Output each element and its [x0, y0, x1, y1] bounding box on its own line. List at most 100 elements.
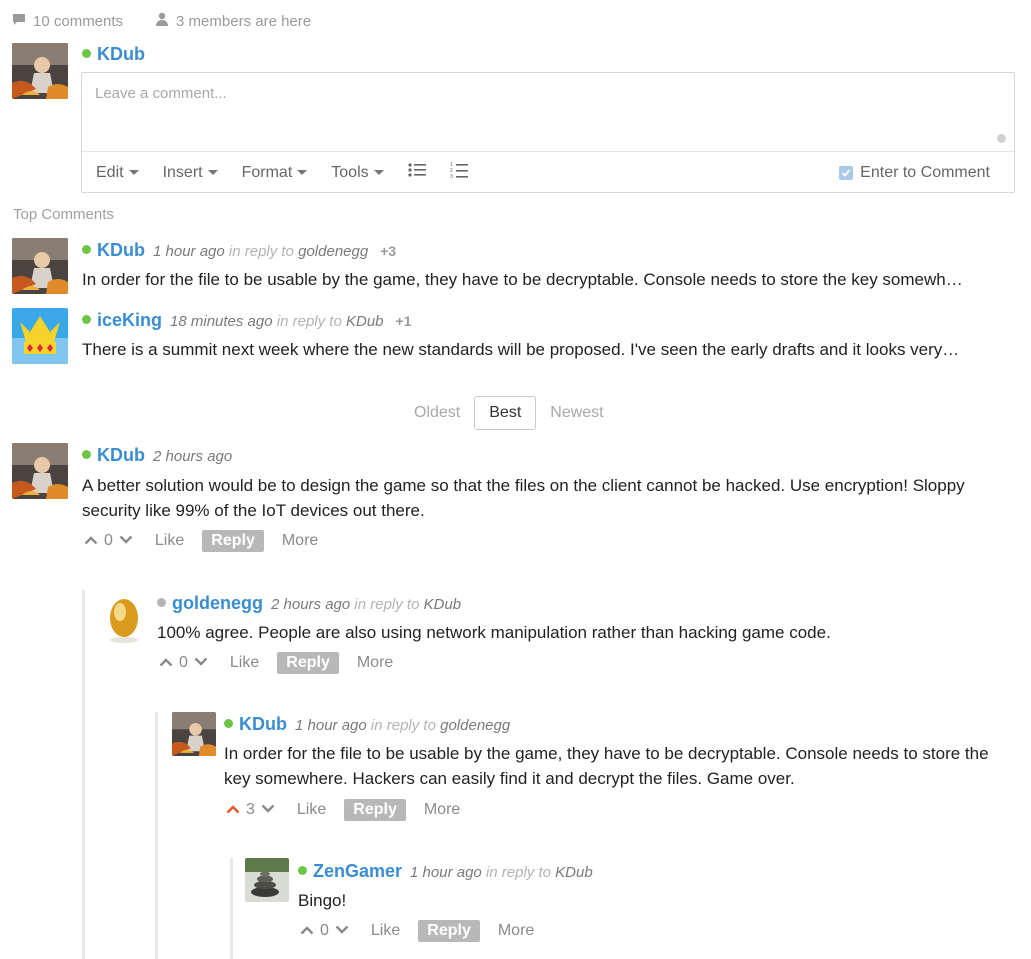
vote-count: 0: [320, 922, 329, 939]
bullet-list-icon: [408, 162, 426, 183]
score: +1: [395, 313, 412, 329]
numbered-list-button[interactable]: 123: [450, 161, 468, 184]
comment-input[interactable]: Leave a comment...: [95, 85, 227, 102]
username[interactable]: goldenegg: [172, 593, 263, 614]
timestamp[interactable]: 2 hours ago: [153, 448, 232, 465]
online-indicator: [298, 866, 307, 875]
comment-text[interactable]: There is a summit next week where the ne…: [82, 337, 1012, 362]
reply-to-user[interactable]: KDub: [424, 596, 462, 613]
upvote-icon[interactable]: [159, 654, 173, 672]
reply-to-user[interactable]: goldenegg: [298, 243, 368, 260]
vote-count: 0: [104, 532, 113, 549]
reply-to-user[interactable]: goldenegg: [440, 717, 510, 734]
reply-button[interactable]: Reply: [344, 799, 406, 821]
vote-control: 3: [226, 801, 275, 819]
tools-menu[interactable]: Tools: [331, 164, 384, 182]
sort-oldest-tab[interactable]: Oldest: [400, 397, 474, 429]
comment-header: ZenGamer 1 hour ago in reply to KDub: [298, 861, 593, 882]
user-icon: [155, 12, 169, 30]
comment-icon: [12, 13, 26, 30]
comment-text: A better solution would be to design the…: [82, 476, 965, 520]
online-indicator: [82, 450, 91, 459]
avatar: [12, 43, 68, 99]
resize-grip[interactable]: [997, 134, 1006, 143]
upvote-icon[interactable]: [300, 922, 314, 940]
timestamp[interactable]: 1 hour ago: [295, 717, 367, 734]
chevron-down-icon: [373, 170, 384, 175]
sort-newest-tab[interactable]: Newest: [536, 397, 617, 429]
more-button[interactable]: More: [498, 922, 534, 940]
comment-header: goldenegg 2 hours ago in reply to KDub: [157, 593, 461, 614]
comment-text: 100% agree. People are also using networ…: [157, 623, 831, 642]
comment-meta: 1 hour ago in reply to KDub: [410, 864, 593, 881]
username[interactable]: KDub: [97, 240, 145, 261]
bullet-list-button[interactable]: [408, 162, 426, 183]
reply-to-user[interactable]: KDub: [346, 313, 384, 330]
more-button[interactable]: More: [282, 532, 318, 550]
comment-actions: 0 Like Reply More: [159, 652, 411, 674]
comment-header: KDub 2 hours ago: [82, 445, 232, 466]
chevron-down-icon: [128, 170, 139, 175]
avatar: [100, 590, 156, 646]
comment-header: iceKing 18 minutes ago in reply to KDub …: [82, 310, 411, 331]
downvote-icon[interactable]: [194, 654, 208, 672]
comment-meta: 2 hours ago in reply to KDub: [271, 596, 462, 613]
username[interactable]: iceKing: [97, 310, 162, 331]
vote-control: 0: [159, 654, 208, 672]
sort-best-tab[interactable]: Best: [474, 396, 537, 430]
downvote-icon[interactable]: [335, 922, 349, 940]
more-button[interactable]: More: [357, 654, 393, 672]
vote-control: 0: [84, 532, 133, 550]
online-indicator: [82, 315, 91, 324]
avatar: [12, 238, 68, 294]
comment-text[interactable]: In order for the file to be usable by th…: [82, 267, 1012, 292]
downvote-icon[interactable]: [261, 801, 275, 819]
comment-text: Bingo!: [298, 891, 347, 910]
enter-to-comment-toggle[interactable]: Enter to Comment: [839, 164, 990, 182]
timestamp[interactable]: 1 hour ago: [153, 243, 225, 260]
vote-count: 0: [179, 654, 188, 671]
reply-to-user[interactable]: KDub: [555, 864, 593, 881]
username[interactable]: KDub: [239, 714, 287, 735]
composer-author: KDub: [82, 44, 145, 65]
comment-actions: 0 Like Reply More: [84, 530, 336, 552]
chevron-down-icon: [207, 170, 218, 175]
online-indicator: [82, 245, 91, 254]
like-button[interactable]: Like: [230, 654, 259, 672]
comment-text: In order for the file to be usable by th…: [224, 744, 989, 788]
timestamp[interactable]: 2 hours ago: [271, 596, 350, 613]
timestamp[interactable]: 1 hour ago: [410, 864, 482, 881]
avatar: [172, 712, 216, 756]
upvote-icon[interactable]: [226, 801, 240, 819]
like-button[interactable]: Like: [155, 532, 184, 550]
comment-count: 10 comments: [12, 13, 123, 30]
numbered-list-icon: 123: [450, 161, 468, 184]
edit-menu[interactable]: Edit: [96, 164, 139, 182]
reply-button[interactable]: Reply: [418, 920, 480, 942]
members-count: 3 members are here: [155, 12, 311, 30]
timestamp[interactable]: 18 minutes ago: [170, 313, 273, 330]
comments-header: 10 comments 3 members are here: [12, 10, 343, 32]
upvote-icon[interactable]: [84, 532, 98, 550]
format-menu[interactable]: Format: [242, 164, 308, 182]
avatar: [12, 308, 68, 364]
score: +3: [380, 243, 397, 259]
reply-button[interactable]: Reply: [277, 652, 339, 674]
comment-meta: 1 hour ago in reply to goldenegg: [153, 243, 369, 260]
svg-text:3: 3: [450, 174, 453, 179]
username[interactable]: KDub: [97, 44, 145, 64]
username[interactable]: ZenGamer: [313, 861, 402, 882]
comment-meta: 1 hour ago in reply to goldenegg: [295, 717, 511, 734]
comment-header: KDub 1 hour ago in reply to goldenegg: [224, 714, 510, 735]
checkbox-checked-icon[interactable]: [839, 165, 854, 180]
more-button[interactable]: More: [424, 801, 460, 819]
like-button[interactable]: Like: [371, 922, 400, 940]
reply-button[interactable]: Reply: [202, 530, 264, 552]
comment-header: KDub 1 hour ago in reply to goldenegg +3: [82, 240, 396, 261]
avatar: [12, 443, 68, 499]
like-button[interactable]: Like: [297, 801, 326, 819]
username[interactable]: KDub: [97, 445, 145, 466]
avatar: [245, 858, 289, 902]
insert-menu[interactable]: Insert: [163, 164, 218, 182]
downvote-icon[interactable]: [119, 532, 133, 550]
